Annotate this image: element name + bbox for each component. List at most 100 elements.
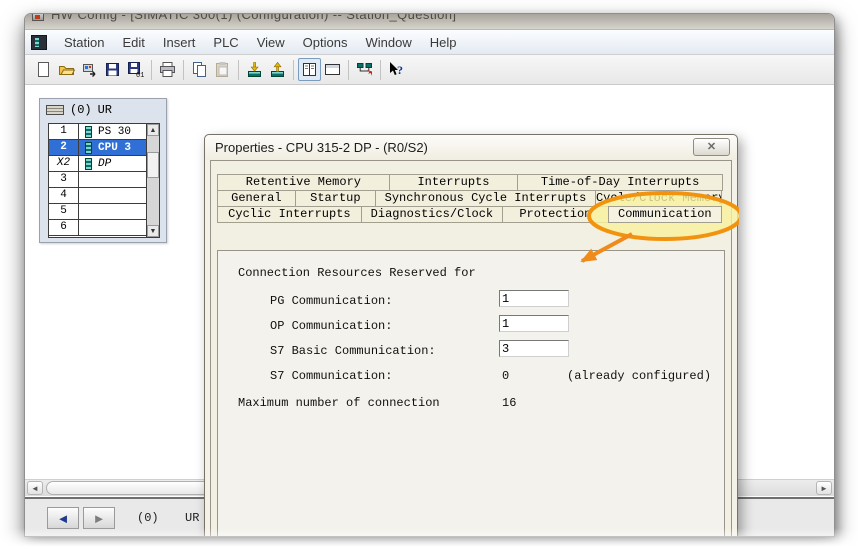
dialog-body: Retentive Memory Interrupts Time-of-Day … [210, 160, 732, 537]
s7-basic-communication-label: S7 Basic Communication: [270, 344, 436, 358]
download-icon [246, 61, 263, 78]
table-row-selected[interactable]: 2 CPU 3 [49, 140, 159, 156]
print-icon [159, 61, 176, 78]
address-overview-button[interactable] [321, 58, 344, 81]
slot-number: 3 [49, 172, 79, 187]
forward-arrow-button[interactable]: ► [83, 507, 115, 529]
menu-window[interactable]: Window [356, 32, 420, 53]
paste-button[interactable] [211, 58, 234, 81]
back-arrow-button[interactable]: ◄ [47, 507, 79, 529]
scroll-down-icon[interactable]: ▼ [147, 225, 159, 237]
tab-communication[interactable]: Communication [608, 206, 722, 223]
copy-icon [191, 61, 208, 78]
dialog-title: Properties - CPU 315-2 DP - (R0/S2) [215, 140, 428, 155]
toolbar-separator [348, 60, 349, 80]
tab-row-2: General Startup Synchronous Cycle Interr… [217, 190, 725, 207]
properties-dialog: Properties - CPU 315-2 DP - (R0/S2) ✕ Re… [204, 134, 738, 537]
close-button[interactable]: ✕ [693, 138, 730, 156]
network-configuration-button[interactable] [353, 58, 376, 81]
toolbar-separator [380, 60, 381, 80]
table-row[interactable]: 3 [49, 172, 159, 188]
module-icon [79, 158, 97, 170]
table-row[interactable]: X2 DP [49, 156, 159, 172]
menu-station[interactable]: Station [55, 32, 113, 53]
tab-cyclic-interrupts[interactable]: Cyclic Interrupts [217, 206, 362, 223]
upload-from-module-button[interactable] [266, 58, 289, 81]
s7-communication-value: 0 [502, 369, 509, 383]
op-communication-label: OP Communication: [270, 319, 392, 333]
open-folder-icon [58, 61, 75, 78]
dialog-titlebar[interactable]: Properties - CPU 315-2 DP - (R0/S2) [205, 135, 737, 160]
tab-general[interactable]: General [217, 190, 296, 207]
overview-slot-label: (0) [137, 511, 159, 525]
open-online-station-button[interactable] [78, 58, 101, 81]
catalog-toggle-button[interactable] [298, 58, 321, 81]
window-icon [324, 61, 341, 78]
svg-text:01: 01 [136, 72, 144, 78]
scroll-left-icon[interactable]: ◄ [27, 481, 43, 495]
menu-bar: Station Edit Insert PLC View Options Win… [25, 30, 834, 55]
new-station-button[interactable] [32, 58, 55, 81]
tab-retentive-memory[interactable]: Retentive Memory [217, 174, 390, 191]
scroll-thumb[interactable] [147, 152, 159, 178]
tab-diagnostics-clock[interactable]: Diagnostics/Clock [361, 206, 503, 223]
scroll-right-icon[interactable]: ► [816, 481, 832, 495]
menu-insert[interactable]: Insert [154, 32, 205, 53]
rack-table: 1 PS 30 2 CPU 3 X2 DP 3 [48, 123, 160, 238]
slot-number: 4 [49, 188, 79, 203]
svg-text:?: ? [397, 63, 403, 77]
rack-header: (0) UR [40, 99, 166, 121]
open-online-station-icon [81, 61, 98, 78]
table-row[interactable]: 6 [49, 220, 159, 236]
already-configured-note: (already configured) [567, 369, 711, 383]
tab-time-of-day-interrupts[interactable]: Time-of-Day Interrupts [517, 174, 723, 191]
toolbar-separator [151, 60, 152, 80]
window-title: HW Config - [SIMATIC 300(1) (Configurati… [51, 14, 456, 22]
menu-view[interactable]: View [248, 32, 294, 53]
upload-icon [269, 61, 286, 78]
menu-options[interactable]: Options [294, 32, 357, 53]
print-button[interactable] [156, 58, 179, 81]
toolbar-separator [183, 60, 184, 80]
tab-startup[interactable]: Startup [295, 190, 376, 207]
table-row[interactable]: 4 [49, 188, 159, 204]
module-icon [79, 142, 97, 154]
menu-plc[interactable]: PLC [204, 32, 247, 53]
table-row[interactable]: 5 [49, 204, 159, 220]
max-connections-value: 16 [502, 396, 516, 410]
max-connections-label: Maximum number of connection [238, 396, 440, 410]
open-station-button[interactable] [55, 58, 78, 81]
s7-basic-communication-input[interactable] [499, 340, 569, 357]
rack-scrollbar[interactable]: ▲ ▼ [146, 124, 159, 237]
scroll-up-icon[interactable]: ▲ [147, 124, 159, 136]
window-titlebar: HW Config - [SIMATIC 300(1) (Configurati… [25, 14, 834, 30]
menu-edit[interactable]: Edit [113, 32, 153, 53]
save-and-compile-icon: 01 [127, 61, 144, 78]
slot-number: 5 [49, 204, 79, 219]
help-pointer-button[interactable]: ? [385, 58, 408, 81]
tab-interrupts[interactable]: Interrupts [389, 174, 519, 191]
close-icon: ✕ [707, 141, 716, 153]
table-row[interactable]: 1 PS 30 [49, 124, 159, 140]
tab-cycle-clock-memory[interactable]: Cycle/Clock Memory [595, 190, 722, 207]
help-cursor-icon: ? [388, 61, 405, 78]
save-and-compile-button[interactable]: 01 [124, 58, 147, 81]
op-communication-input[interactable] [499, 315, 569, 332]
s7-communication-label: S7 Communication: [270, 369, 392, 383]
tab-row-3: Cyclic Interrupts Diagnostics/Clock Prot… [217, 206, 725, 223]
save-button[interactable] [101, 58, 124, 81]
toolbar-separator [293, 60, 294, 80]
overview-name-label: UR [185, 511, 199, 525]
download-to-module-button[interactable] [243, 58, 266, 81]
communication-tab-page: Connection Resources Reserved for PG Com… [217, 250, 725, 537]
pg-communication-input[interactable] [499, 290, 569, 307]
paste-icon [214, 61, 231, 78]
copy-button[interactable] [188, 58, 211, 81]
tab-protection[interactable]: Protection [502, 206, 609, 223]
menu-help[interactable]: Help [421, 32, 466, 53]
app-icon [32, 14, 44, 21]
rack-icon [46, 105, 64, 115]
section-heading: Connection Resources Reserved for [238, 266, 476, 280]
tab-synchronous-cycle-interrupts[interactable]: Synchronous Cycle Interrupts [375, 190, 596, 207]
hw-config-window: HW Config - [SIMATIC 300(1) (Configurati… [24, 13, 835, 537]
